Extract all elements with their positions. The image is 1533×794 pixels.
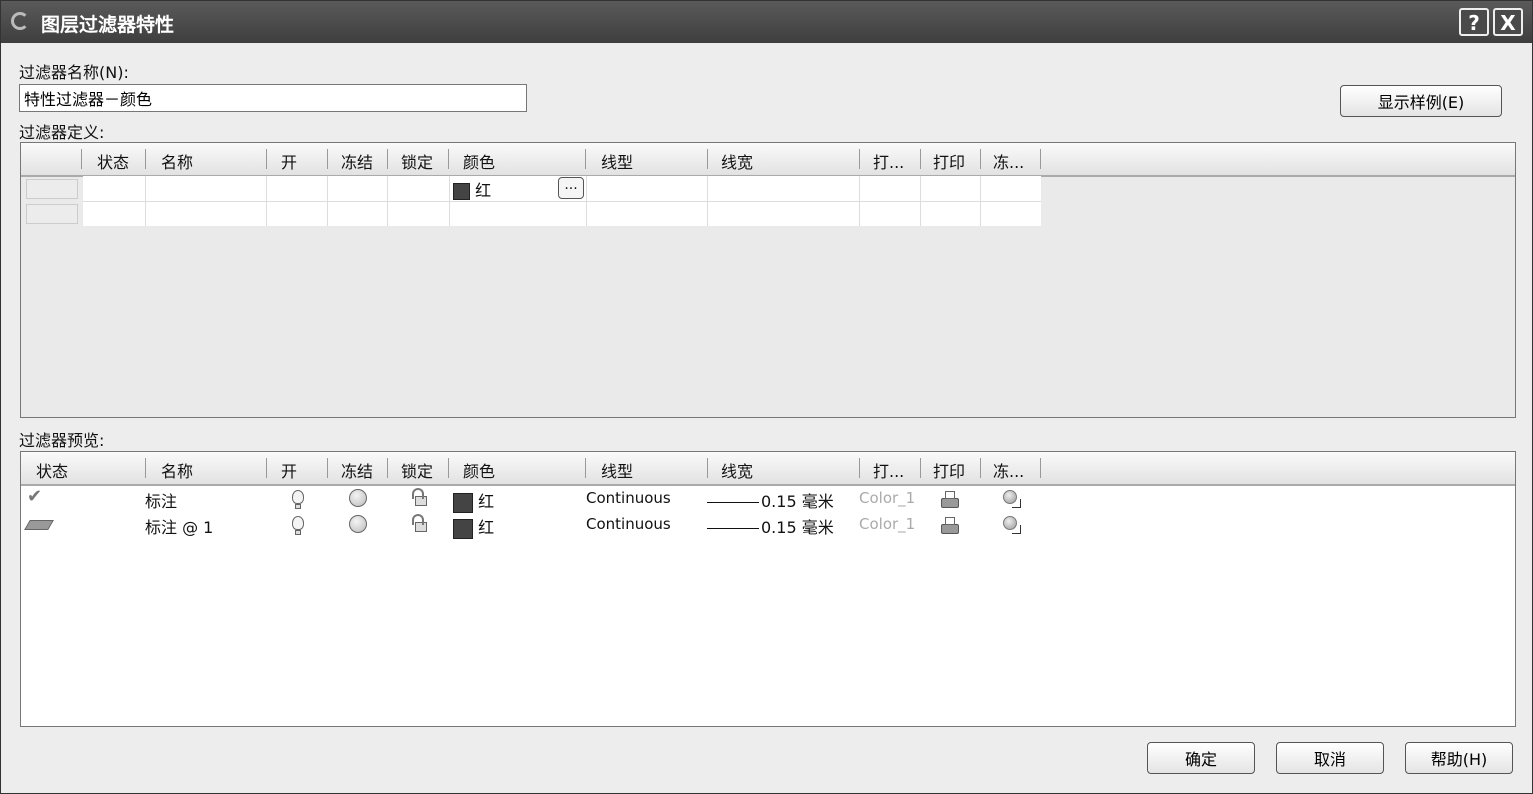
filter-name-label: 过滤器名称(N): xyxy=(19,63,129,82)
color-swatch xyxy=(453,518,473,539)
ok-button[interactable]: 确定 xyxy=(1147,742,1255,774)
layer-lineweight[interactable]: 0.15 毫米 xyxy=(707,488,834,512)
prev-col-lineweight[interactable]: 线宽 xyxy=(721,458,753,482)
def-col-plot[interactable]: 打印 xyxy=(933,149,965,173)
prev-col-color[interactable]: 颜色 xyxy=(463,458,495,482)
layer-linetype[interactable]: Continuous xyxy=(586,515,671,533)
layer-color[interactable]: 红 xyxy=(453,488,494,513)
preview-header: 状态 名称 开 冻结 锁定 颜色 线型 线宽 打... 打印 冻... xyxy=(21,452,1515,486)
layer-color[interactable]: 红 xyxy=(453,514,494,539)
color-swatch xyxy=(453,492,473,513)
layer-linetype[interactable]: Continuous xyxy=(586,489,671,507)
prev-col-on[interactable]: 开 xyxy=(281,458,297,482)
lock-icon[interactable] xyxy=(412,514,427,532)
lock-icon[interactable] xyxy=(412,488,427,506)
filter-definition-grid[interactable]: 状态 名称 开 冻结 锁定 颜色 线型 线宽 打... 打印 冻... 红 ..… xyxy=(20,142,1516,418)
color-swatch xyxy=(453,183,470,200)
prev-col-status[interactable]: 状态 xyxy=(36,458,68,482)
def-row-header-2[interactable] xyxy=(26,204,78,224)
layer-filter-properties-dialog: 图层过滤器特性 ? X 过滤器名称(N): 显示样例(E) 过滤器定义: 状态 … xyxy=(0,0,1533,794)
vp-freeze-icon[interactable] xyxy=(1003,516,1021,534)
help-button[interactable]: 帮助(H) xyxy=(1405,742,1513,774)
app-icon xyxy=(11,12,29,30)
filter-name-input[interactable] xyxy=(19,84,527,112)
def-col-on[interactable]: 开 xyxy=(281,149,297,173)
def-color-cell[interactable]: 红 xyxy=(453,177,491,201)
def-row-header-1[interactable] xyxy=(26,179,78,199)
layer-plotstyle[interactable]: Color_1 xyxy=(859,515,915,533)
prev-col-lock[interactable]: 锁定 xyxy=(401,458,433,482)
prev-col-plot[interactable]: 打印 xyxy=(933,458,965,482)
help-title-button[interactable]: ? xyxy=(1459,8,1489,36)
definition-header: 状态 名称 开 冻结 锁定 颜色 线型 线宽 打... 打印 冻... xyxy=(21,143,1515,177)
printer-icon[interactable] xyxy=(941,517,959,534)
filter-preview-label: 过滤器预览: xyxy=(19,431,105,450)
close-button[interactable]: X xyxy=(1493,8,1523,36)
prev-col-freeze[interactable]: 冻结 xyxy=(341,458,373,482)
sun-icon[interactable] xyxy=(349,515,367,533)
bulb-icon[interactable] xyxy=(292,490,304,509)
def-col-color[interactable]: 颜色 xyxy=(463,149,495,173)
def-col-vpfreeze[interactable]: 冻... xyxy=(993,149,1024,173)
def-col-lineweight[interactable]: 线宽 xyxy=(721,149,753,173)
def-col-linetype[interactable]: 线型 xyxy=(601,149,633,173)
def-col-plotstyle[interactable]: 打... xyxy=(873,149,904,173)
layer-stack-icon xyxy=(24,520,54,530)
color-picker-button[interactable]: ... xyxy=(558,177,584,199)
vp-freeze-icon[interactable] xyxy=(1003,490,1021,508)
prev-col-linetype[interactable]: 线型 xyxy=(601,458,633,482)
table-row[interactable]: 标注 @ 1 红 Continuous 0.15 毫米 Color_1 xyxy=(21,512,1515,539)
sun-icon[interactable] xyxy=(349,489,367,507)
def-col-name[interactable]: 名称 xyxy=(161,149,193,173)
prev-col-name[interactable]: 名称 xyxy=(161,458,193,482)
show-example-button[interactable]: 显示样例(E) xyxy=(1340,85,1502,117)
title-bar[interactable]: 图层过滤器特性 ? X xyxy=(1,1,1532,43)
prev-col-vpfreeze[interactable]: 冻... xyxy=(993,458,1024,482)
prev-col-plotstyle[interactable]: 打... xyxy=(873,458,904,482)
filter-preview-grid[interactable]: 状态 名称 开 冻结 锁定 颜色 线型 线宽 打... 打印 冻... ✔ 标注… xyxy=(20,451,1516,727)
filter-definition-label: 过滤器定义: xyxy=(19,123,105,142)
layer-name: 标注 @ 1 xyxy=(145,518,214,537)
def-col-status[interactable]: 状态 xyxy=(97,149,129,173)
layer-name: 标注 xyxy=(145,492,178,511)
layer-lineweight[interactable]: 0.15 毫米 xyxy=(707,514,834,538)
def-color-value: 红 xyxy=(475,181,492,200)
window-title: 图层过滤器特性 xyxy=(41,14,175,36)
def-col-freeze[interactable]: 冻结 xyxy=(341,149,373,173)
bulb-icon[interactable] xyxy=(292,516,304,535)
layer-plotstyle[interactable]: Color_1 xyxy=(859,489,915,507)
table-row[interactable]: ✔ 标注 红 Continuous 0.15 毫米 Color_1 xyxy=(21,486,1515,513)
check-icon: ✔ xyxy=(27,486,43,507)
cancel-button[interactable]: 取消 xyxy=(1276,742,1384,774)
def-col-lock[interactable]: 锁定 xyxy=(401,149,433,173)
printer-icon[interactable] xyxy=(941,491,959,508)
